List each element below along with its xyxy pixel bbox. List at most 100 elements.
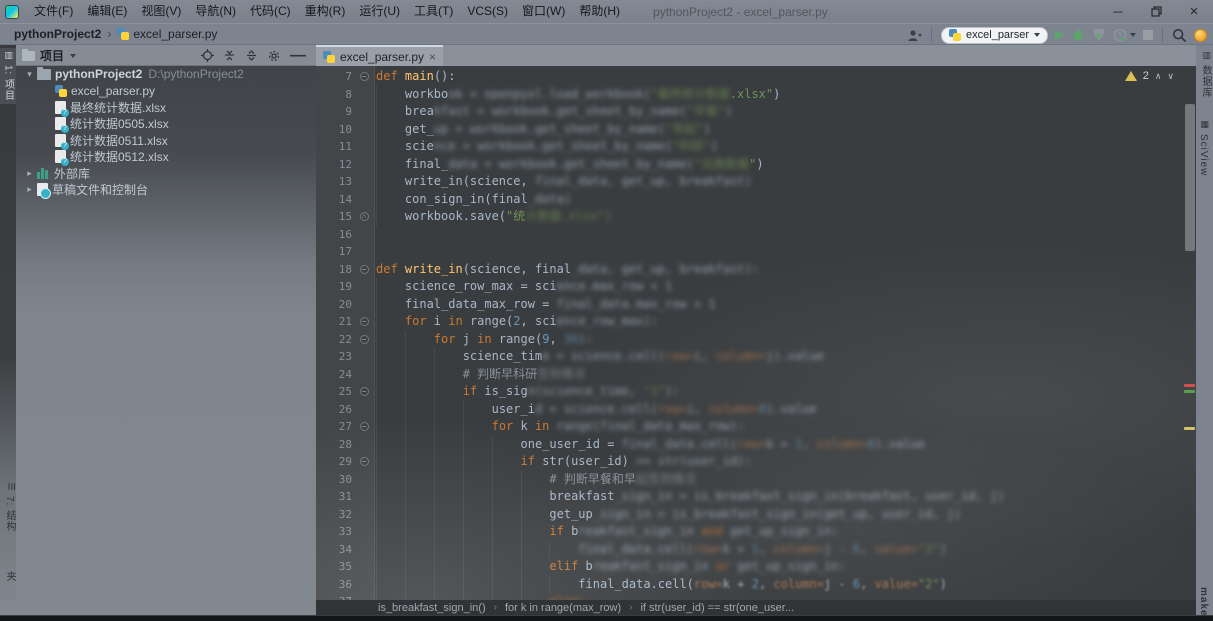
search-everywhere-icon[interactable]	[1172, 28, 1187, 43]
fold-marker-icon[interactable]: −	[352, 457, 376, 466]
inspection-widget[interactable]: 2 ∧ ∨	[1125, 70, 1174, 82]
code-token: k +	[766, 437, 795, 451]
chevron-down-icon	[1130, 33, 1136, 37]
code-token: ):	[578, 332, 592, 346]
fold-marker-icon[interactable]: −	[352, 387, 376, 396]
collapse-all-icon[interactable]	[245, 49, 258, 62]
menu-vcss[interactable]: VCS(S)	[460, 0, 515, 23]
code-token: final_	[405, 157, 448, 171]
fold-marker-icon[interactable]: −	[352, 335, 376, 344]
tree-item[interactable]: ▸草稿文件和控制台	[16, 182, 316, 199]
tree-item[interactable]: 统计数据0505.xlsx	[16, 116, 316, 133]
tree-item[interactable]: ▸外部库	[16, 165, 316, 182]
fold-marker-icon[interactable]: −	[352, 265, 376, 274]
code-text: final_data.cell(row=k + 1, column=j - 6,…	[376, 541, 947, 559]
menu-t[interactable]: 工具(T)	[407, 0, 460, 23]
menu-e[interactable]: 编辑(E)	[80, 0, 134, 23]
code-text: science = workbook.get_sheet_by_name("科研…	[376, 138, 718, 156]
tab-excel-parser[interactable]: excel_parser.py ×	[316, 45, 443, 66]
chevron-right-icon[interactable]: ▸	[22, 184, 37, 195]
code-token: n(science_time,	[528, 384, 644, 398]
tree-item[interactable]: ▾pythonProject2D:\pythonProject2	[16, 66, 316, 83]
code-token: "3"	[918, 542, 940, 556]
menu-w[interactable]: 窗口(W)	[515, 0, 572, 23]
code-line-25: 25−if is_sign(science_time, "1"):	[316, 383, 1182, 401]
menu-n[interactable]: 导航(N)	[188, 0, 243, 23]
editor-breadcrumb-item[interactable]: if str(user_id) == str(one_user...	[640, 602, 793, 614]
error-stripe-red[interactable]	[1184, 384, 1195, 387]
stripe-green[interactable]	[1184, 390, 1195, 393]
next-warning-icon[interactable]: ∨	[1167, 71, 1174, 82]
fold-marker-icon[interactable]: −	[352, 317, 376, 326]
breadcrumb-file[interactable]: excel_parser.py	[133, 27, 217, 41]
code-line-26: 26user_id = science.cell(row=i, column=8…	[316, 401, 1182, 419]
debug-button[interactable]	[1071, 28, 1085, 42]
chevron-down-icon[interactable]: ▾	[22, 69, 37, 80]
code-token: final_data_max_row =	[405, 297, 557, 311]
menu-v[interactable]: 视图(V)	[134, 0, 188, 23]
code-token: _data, get_up, breakfast):	[571, 262, 759, 276]
code-line-32: 32get_up_sign_in = is_breakfast_sign_in(…	[316, 506, 1182, 524]
menu-f[interactable]: 文件(F)	[27, 0, 80, 23]
breadcrumb-project[interactable]: pythonProject2	[14, 27, 101, 41]
right-tool-strip: ▤数据库 ▦SciView make	[1196, 45, 1213, 621]
tree-item-label: pythonProject2	[55, 67, 142, 81]
sidebar-tab-make[interactable]: make	[1198, 587, 1209, 617]
run-button[interactable]	[1055, 30, 1064, 40]
code-token: "科研"	[672, 139, 710, 153]
close-icon[interactable]: ×	[1175, 0, 1213, 23]
code-line-7: 7−def main():	[316, 68, 1182, 86]
minimize-icon[interactable]: ─	[1099, 0, 1137, 23]
sidebar-tab-project[interactable]: ▤1: 项目	[0, 48, 16, 104]
sidebar-tab-structure[interactable]: ☰7: 结构	[2, 482, 17, 532]
fold-marker-icon[interactable]: −	[352, 72, 376, 81]
tab-close-icon[interactable]: ×	[429, 52, 436, 62]
line-number: 23	[316, 350, 352, 363]
tree-item[interactable]: 最终统计数据.xlsx	[16, 99, 316, 116]
code-text: def write_in(science, final_data, get_up…	[376, 261, 759, 279]
notification-icon[interactable]	[1194, 29, 1207, 42]
chevron-right-icon[interactable]: ▸	[22, 168, 37, 179]
tree-item[interactable]: 统计数据0512.xlsx	[16, 149, 316, 166]
project-panel-title[interactable]: 项目	[40, 47, 64, 64]
hide-panel-icon[interactable]: —	[290, 47, 306, 65]
line-number: 30	[316, 473, 352, 486]
fold-marker-icon[interactable]: −	[352, 422, 376, 431]
restore-icon[interactable]	[1137, 0, 1175, 23]
code-token: (science, final	[463, 262, 571, 276]
menu-c[interactable]: 代码(C)	[243, 0, 298, 23]
code-line-11: 11science = workbook.get_sheet_by_name("…	[316, 138, 1182, 156]
user-profile-icon[interactable]	[907, 29, 922, 42]
run-with-coverage-button[interactable]	[1092, 28, 1106, 42]
fold-marker-icon[interactable]: ˄	[352, 212, 376, 221]
editor-breadcrumb-item[interactable]: is_breakfast_sign_in()	[378, 602, 486, 614]
profiler-button[interactable]	[1113, 28, 1136, 42]
menu-h[interactable]: 帮助(H)	[572, 0, 627, 23]
chevron-down-icon[interactable]	[70, 54, 76, 58]
code-token: k +	[723, 542, 752, 556]
settings-gear-icon[interactable]	[267, 49, 281, 63]
sidebar-tab-database[interactable]: ▤数据库	[1198, 51, 1213, 98]
tree-item[interactable]: 统计数据0511.xlsx	[16, 132, 316, 149]
python-file-icon	[117, 28, 129, 40]
code-token: 2	[513, 314, 520, 328]
scrollbar-thumb[interactable]	[1185, 104, 1195, 251]
run-configuration-select[interactable]: excel_parser	[941, 27, 1048, 44]
prev-warning-icon[interactable]: ∧	[1155, 71, 1162, 82]
code-token: _data)	[528, 192, 571, 206]
code-text: workbook = openpyxl.load_workbook("最终统计数…	[376, 86, 780, 104]
code-token: value=	[875, 577, 918, 591]
tree-item[interactable]: excel_parser.py	[16, 83, 316, 100]
code-token: j -	[824, 577, 853, 591]
warning-stripe-yellow[interactable]	[1184, 427, 1195, 430]
expand-all-icon[interactable]	[223, 49, 236, 62]
editor-scrollbar[interactable]	[1183, 66, 1196, 600]
code-token: )	[725, 104, 732, 118]
menu-u[interactable]: 运行(U)	[352, 0, 407, 23]
editor-breadcrumb-item[interactable]: for k in range(max_row)	[505, 602, 621, 614]
locate-file-icon[interactable]	[201, 49, 214, 62]
code-token: 8	[867, 437, 874, 451]
code-editor[interactable]: 7−def main(): 8 workbook = openpyxl.load_w…	[316, 66, 1196, 600]
menu-r[interactable]: 重构(R)	[298, 0, 353, 23]
sidebar-tab-sciview[interactable]: ▦SciView	[1198, 120, 1209, 176]
